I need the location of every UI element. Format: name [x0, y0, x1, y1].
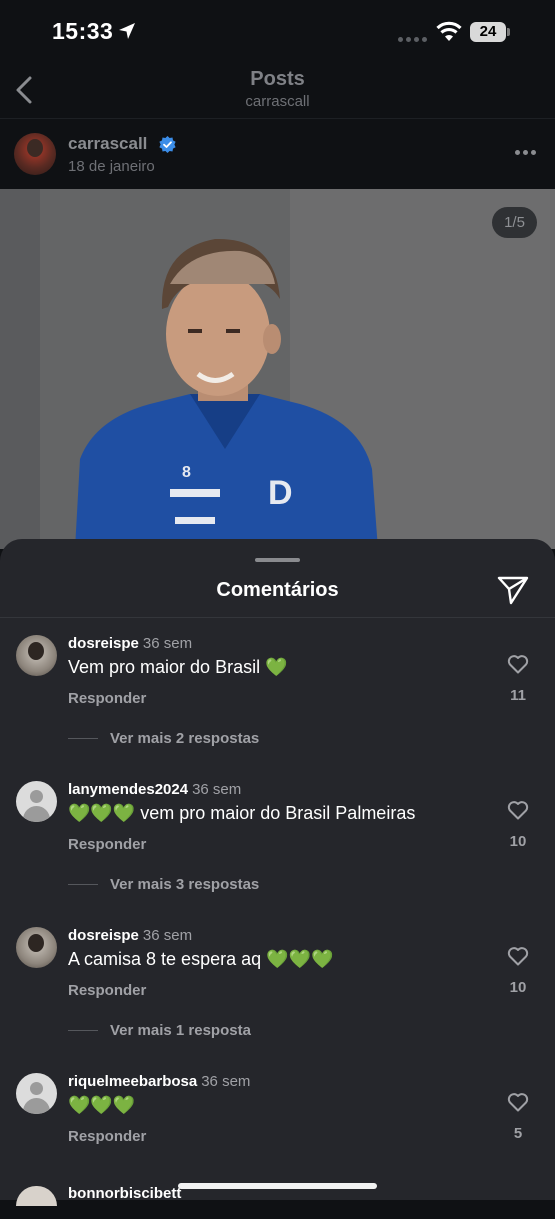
- svg-text:8: 8: [182, 464, 191, 481]
- status-time: 15:33: [52, 18, 114, 44]
- reply-button[interactable]: Responder: [68, 1128, 146, 1145]
- battery-tip: [507, 28, 510, 36]
- view-more-replies-button[interactable]: Ver mais 3 respostas: [110, 876, 259, 893]
- comments-sheet: Comentários dosreispe 36 sem Vem pro maio…: [0, 539, 555, 1200]
- svg-text:D: D: [268, 474, 293, 512]
- commenter-avatar[interactable]: [16, 927, 57, 968]
- heart-icon[interactable]: [507, 654, 529, 674]
- commenter-username[interactable]: riquelmeebarbosa: [68, 1073, 197, 1090]
- comment-text: A camisa 8 te espera aq 💚💚💚: [68, 949, 334, 969]
- carousel-counter: 1/5: [492, 207, 537, 238]
- author-username[interactable]: carrascall: [68, 134, 147, 154]
- replies-line: [68, 884, 98, 885]
- more-options-icon[interactable]: [515, 150, 537, 156]
- comment-time: 36 sem: [142, 927, 193, 944]
- comments-title: Comentários: [216, 579, 339, 601]
- view-more-replies-button[interactable]: Ver mais 2 respostas: [110, 730, 259, 747]
- commenter-username[interactable]: dosreispe: [68, 927, 139, 944]
- location-arrow-icon: [119, 23, 135, 39]
- comment-text: Vem pro maior do Brasil 💚: [68, 657, 288, 677]
- comment-item: lanymendes2024 36 sem 💚💚💚 vem pro maior d…: [0, 781, 555, 927]
- sheet-grabber[interactable]: [255, 558, 300, 562]
- heart-icon[interactable]: [507, 1092, 529, 1112]
- comment-time: 36 sem: [142, 635, 193, 652]
- commenter-avatar[interactable]: [16, 1073, 57, 1114]
- commenter-avatar[interactable]: [16, 781, 57, 822]
- reply-button[interactable]: Responder: [68, 836, 146, 853]
- reply-button[interactable]: Responder: [68, 982, 146, 999]
- like-count: 10: [509, 833, 527, 850]
- comment-text: 💚💚💚: [68, 1095, 136, 1115]
- comment-item: dosreispe 36 sem A camisa 8 te espera aq …: [0, 927, 555, 1073]
- comment-item: dosreispe 36 sem Vem pro maior do Brasil …: [0, 635, 555, 781]
- posts-header: Posts carrascall: [0, 64, 555, 118]
- comment-text: 💚💚💚 vem pro maior do Brasil Palmeiras: [68, 803, 416, 823]
- like-count: 10: [509, 979, 527, 996]
- replies-line: [68, 1030, 98, 1031]
- page-title: Posts: [250, 68, 305, 90]
- comment-header: dosreispe 36 sem: [68, 927, 192, 944]
- player-photo-image: D 8: [0, 189, 555, 549]
- commenter-username[interactable]: bonnorbiscibett: [68, 1185, 181, 1202]
- commenter-username[interactable]: lanymendes2024: [68, 781, 188, 798]
- sheet-divider: [0, 617, 555, 618]
- battery-indicator: 24: [470, 22, 506, 42]
- post-date: 18 de janeiro: [68, 158, 155, 175]
- view-more-replies-button[interactable]: Ver mais 1 resposta: [110, 1022, 251, 1039]
- reply-button[interactable]: Responder: [68, 690, 146, 707]
- heart-icon[interactable]: [507, 946, 529, 966]
- comment-header: lanymendes2024 36 sem: [68, 781, 241, 798]
- comment-header: riquelmeebarbosa 36 sem: [68, 1073, 250, 1090]
- like-count: 11: [510, 687, 526, 704]
- home-indicator[interactable]: [178, 1183, 377, 1189]
- wifi-icon: [436, 21, 462, 41]
- comment-time: 36 sem: [192, 781, 242, 798]
- commenter-avatar[interactable]: [16, 635, 57, 676]
- author-avatar[interactable]: [14, 133, 56, 175]
- send-icon[interactable]: [497, 575, 529, 605]
- cellular-signal-icon: [398, 37, 428, 43]
- post-author-row: carrascall 18 de janeiro: [0, 119, 555, 189]
- comment-time: 36 sem: [201, 1073, 251, 1090]
- status-bar: 15:33 24: [0, 0, 555, 64]
- page-subtitle: carrascall: [245, 93, 310, 110]
- comment-header: dosreispe 36 sem: [68, 635, 192, 652]
- like-count: 5: [513, 1125, 523, 1142]
- heart-icon[interactable]: [507, 800, 529, 820]
- replies-line: [68, 738, 98, 739]
- commenter-username[interactable]: dosreispe: [68, 635, 139, 652]
- post-photo[interactable]: D 8: [0, 189, 555, 549]
- verified-badge-icon: [159, 136, 176, 153]
